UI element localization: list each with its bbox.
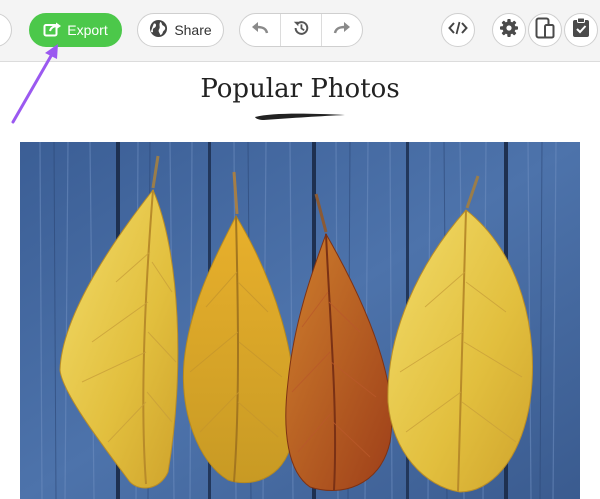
clipboard-icon (572, 17, 590, 43)
export-label: Export (67, 22, 108, 38)
share-button[interactable]: Share (137, 13, 224, 47)
undo-icon (251, 21, 269, 40)
globe-icon (149, 19, 168, 41)
toolbar: Export Share (0, 0, 600, 62)
code-view-button[interactable] (441, 13, 475, 47)
page-title: Popular Photos (200, 74, 400, 104)
settings-button[interactable] (492, 13, 526, 47)
partial-toolbar-button[interactable] (0, 13, 12, 47)
gear-icon (499, 18, 519, 43)
redo-button[interactable] (321, 14, 362, 46)
autumn-leaves-illustration (20, 142, 580, 499)
undo-button[interactable] (240, 14, 280, 46)
share-label: Share (174, 22, 212, 38)
devices-icon (535, 17, 555, 44)
export-button[interactable]: Export (29, 13, 122, 47)
clipboard-button[interactable] (564, 13, 598, 47)
redo-icon (333, 21, 351, 40)
code-icon (448, 21, 468, 40)
history-icon (292, 19, 310, 42)
hero-photo (20, 142, 580, 499)
history-button-group (239, 13, 363, 47)
device-preview-button[interactable] (528, 13, 562, 47)
export-icon (43, 21, 63, 40)
history-button[interactable] (280, 14, 321, 46)
title-underline (255, 113, 345, 120)
